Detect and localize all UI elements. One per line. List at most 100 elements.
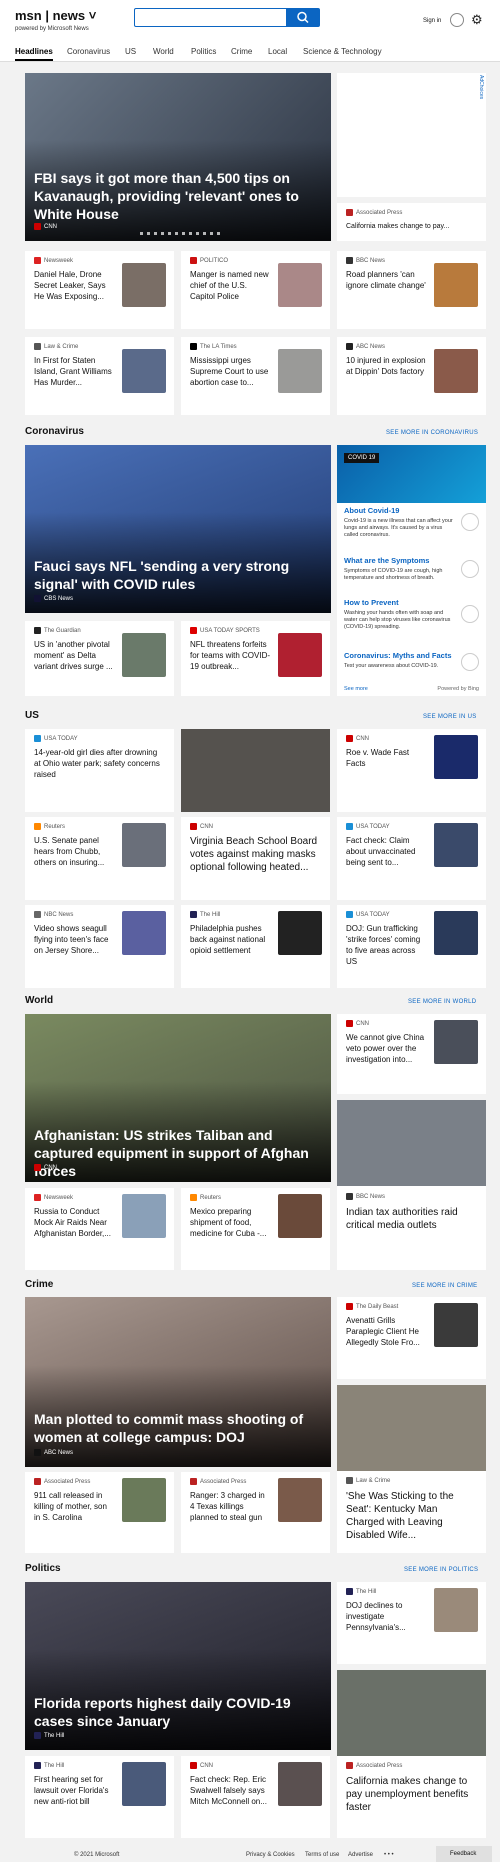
tab-coronavirus[interactable]: Coronavirus <box>67 47 110 56</box>
more-icon[interactable]: • • • <box>384 1852 394 1858</box>
covid-item-title[interactable]: What are the Symptoms <box>344 556 429 565</box>
card-title: We cannot give China veto power over the… <box>346 1033 425 1064</box>
news-card[interactable]: Reuters U.S. Senate panel hears from Chub… <box>25 817 174 900</box>
news-card[interactable]: POLITICO Manger is named new chief of the… <box>181 251 330 329</box>
see-more-world[interactable]: SEE MORE IN WORLD <box>408 999 476 1005</box>
card-source: NBC News <box>34 911 73 918</box>
hero-source: CBS News <box>34 595 73 602</box>
news-card[interactable]: The LA Times Mississippi urges Supreme Co… <box>181 337 330 415</box>
news-card[interactable]: The Hill DOJ declines to investigate Penn… <box>337 1582 486 1664</box>
hero-story[interactable]: Man plotted to commit mass shooting of w… <box>25 1297 331 1467</box>
hero-title: Man plotted to commit mass shooting of w… <box>34 1411 304 1445</box>
news-card[interactable]: The Daily Beast Avenatti Grills Paraplegi… <box>337 1297 486 1379</box>
card-title: Ranger: 3 charged in 4 Texas killings pl… <box>190 1491 265 1522</box>
news-card[interactable]: The Hill First hearing set for lawsuit ov… <box>25 1756 174 1838</box>
hero-story[interactable]: Florida reports highest daily COVID-19 c… <box>25 1582 331 1750</box>
carousel-dots[interactable] <box>140 232 220 235</box>
tab-world[interactable]: World <box>153 47 174 56</box>
news-card[interactable]: Associated Press Ranger: 3 charged in 4 T… <box>181 1472 330 1553</box>
card-source: The Hill <box>34 1762 64 1769</box>
card-image <box>337 1100 486 1186</box>
terms-link[interactable]: Terms of use <box>305 1852 339 1858</box>
news-card[interactable]: Associated Press 911 call released in kil… <box>25 1472 174 1553</box>
tab-headlines[interactable]: Headlines <box>15 47 53 61</box>
card-thumbnail <box>434 349 478 393</box>
search-input[interactable] <box>134 8 287 27</box>
news-card[interactable]: Associated Press California makes change… <box>337 203 486 241</box>
news-card[interactable]: Law & Crime 'She Was Sticking to the Sea… <box>337 1385 486 1553</box>
news-card[interactable]: CNN Roe v. Wade Fast Facts <box>337 729 486 812</box>
hero-story[interactable]: FBI says it got more than 4,500 tips on … <box>25 73 331 241</box>
see-more-coronavirus[interactable]: SEE MORE IN CORONAVIRUS <box>386 430 478 436</box>
privacy-link[interactable]: Privacy & Cookies <box>246 1852 295 1858</box>
hero-source: The Hill <box>34 1732 64 1739</box>
hero-story[interactable]: Afghanistan: US strikes Taliban and capt… <box>25 1014 331 1182</box>
news-card[interactable]: The Guardian US in 'another pivotal momen… <box>25 621 174 696</box>
search-button[interactable] <box>287 8 320 27</box>
ad-choices-label[interactable]: AdChoices <box>478 75 484 99</box>
card-title: Philadelphia pushes back against nationa… <box>190 924 266 955</box>
gear-icon[interactable]: ⚙ <box>471 12 483 28</box>
tab-local[interactable]: Local <box>268 47 287 56</box>
news-card[interactable]: CNN Virginia Beach School Board votes aga… <box>181 817 330 900</box>
card-source: ABC News <box>346 343 385 350</box>
section-heading-crime: Crime <box>25 1279 54 1290</box>
news-card[interactable]: USA TODAY 14-year-old girl dies after dro… <box>25 729 174 812</box>
covid-item-title[interactable]: Coronavirus: Myths and Facts <box>344 651 452 660</box>
news-card[interactable]: Newsweek Daniel Hale, Drone Secret Leaker… <box>25 251 174 329</box>
news-card[interactable]: BBC News Road planners 'can ignore climat… <box>337 251 486 329</box>
news-card[interactable]: ABC News 10 injured in explosion at Dippi… <box>337 337 486 415</box>
sign-in-link[interactable]: Sign in <box>423 18 441 24</box>
top-header: msn | news ˅ powered by Microsoft News S… <box>0 0 500 62</box>
news-card[interactable]: BBC News Indian tax authorities raid cri… <box>337 1100 486 1270</box>
card-source: The Guardian <box>34 627 81 634</box>
news-card[interactable]: NBC News Video shows seagull flying into … <box>25 905 174 988</box>
card-thumbnail <box>122 911 166 955</box>
card-source: BBC News <box>346 1193 385 1200</box>
advertise-link[interactable]: Advertise <box>348 1852 373 1858</box>
card-thumbnail <box>434 735 478 779</box>
card-title: 'She Was Sticking to the Seat': Kentucky… <box>346 1491 454 1541</box>
feedback-button[interactable]: Feedback <box>436 1846 492 1862</box>
hero-story[interactable]: Fauci says NFL 'sending a very strong si… <box>25 445 331 613</box>
card-thumbnail <box>122 1762 166 1806</box>
news-card-image[interactable] <box>181 729 330 812</box>
see-more-politics[interactable]: SEE MORE IN POLITICS <box>404 1567 478 1573</box>
news-card[interactable]: Newsweek Russia to Conduct Mock Air Raids… <box>25 1188 174 1270</box>
msn-logo[interactable]: msn | news ˅ <box>15 8 96 23</box>
card-source: CNN <box>346 735 369 742</box>
section-heading-coronavirus: Coronavirus <box>25 426 84 437</box>
section-heading-us: US <box>25 710 39 721</box>
tab-crime[interactable]: Crime <box>231 47 252 56</box>
news-card[interactable]: USA TODAY SPORTS NFL threatens forfeits f… <box>181 621 330 696</box>
tab-science-technology[interactable]: Science & Technology <box>303 47 382 56</box>
card-source: Associated Press <box>34 1478 90 1485</box>
avatar[interactable] <box>450 13 464 27</box>
tab-us[interactable]: US <box>125 47 136 56</box>
covid-item-desc: Test your awareness about COVID-19. <box>344 663 439 669</box>
tab-politics[interactable]: Politics <box>191 47 216 56</box>
news-card[interactable]: USA TODAY Fact check: Claim about unvacci… <box>337 817 486 900</box>
powered-by-bing: Powered by Bing <box>437 686 479 692</box>
card-source: The Daily Beast <box>346 1303 398 1310</box>
news-card[interactable]: USA TODAY DOJ: Gun trafficking 'strike fo… <box>337 905 486 988</box>
see-more-crime[interactable]: SEE MORE IN CRIME <box>412 1283 477 1289</box>
covid-banner: COVID 19 <box>337 445 486 503</box>
news-card[interactable]: CNN Fact check: Rep. Eric Swalwell falsel… <box>181 1756 330 1838</box>
card-title: Road planners 'can ignore climate change… <box>346 270 426 290</box>
news-card[interactable]: Law & Crime In First for Staten Island, G… <box>25 337 174 415</box>
covid-item-desc: Washing your hands often with soap and w… <box>344 610 451 630</box>
covid-item-title[interactable]: About Covid-19 <box>344 506 399 515</box>
card-title: Daniel Hale, Drone Secret Leaker, Says H… <box>34 270 106 301</box>
card-thumbnail <box>434 911 478 955</box>
card-thumbnail <box>122 823 166 867</box>
news-card[interactable]: The Hill Philadelphia pushes back against… <box>181 905 330 988</box>
news-card[interactable]: Reuters Mexico preparing shipment of food… <box>181 1188 330 1270</box>
see-more-us[interactable]: SEE MORE IN US <box>423 714 477 720</box>
news-card[interactable]: CNN We cannot give China veto power over … <box>337 1014 486 1094</box>
hero-title: FBI says it got more than 4,500 tips on … <box>34 170 299 222</box>
news-card[interactable]: Associated Press California makes change… <box>337 1670 486 1838</box>
covid-see-more[interactable]: See more <box>344 686 368 692</box>
ad-card[interactable]: AdChoices <box>337 73 486 197</box>
covid-item-title[interactable]: How to Prevent <box>344 598 399 607</box>
